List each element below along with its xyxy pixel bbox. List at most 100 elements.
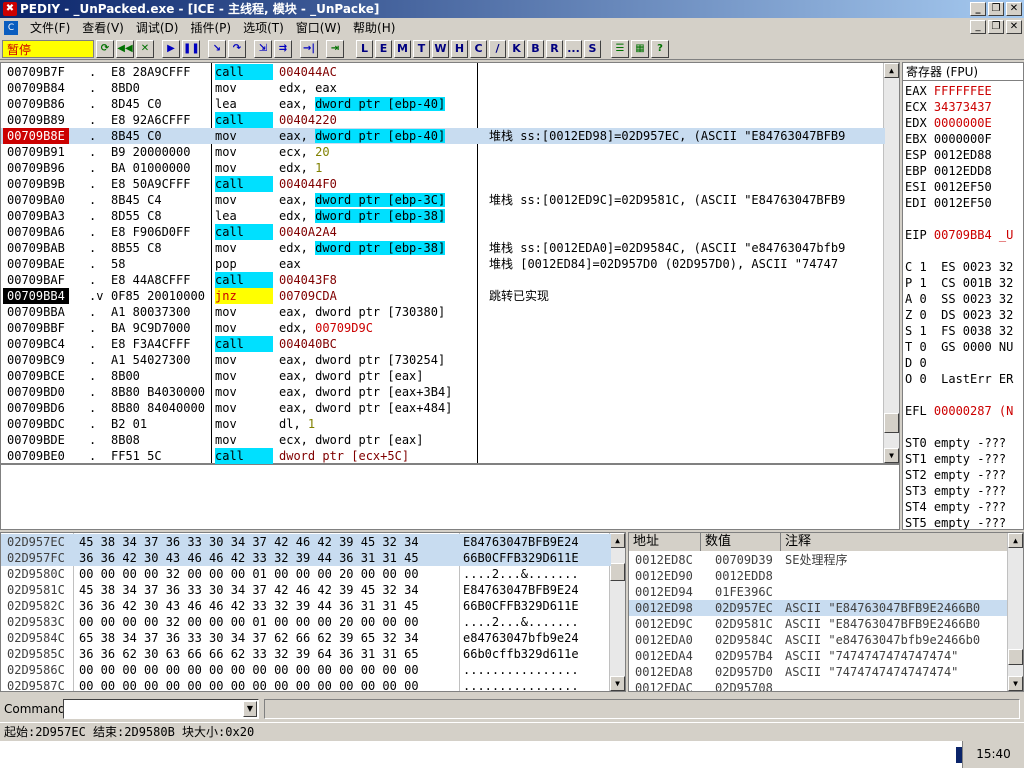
disasm-row[interactable]: 00709BA0. 8B45 C4 mov eax, dword ptr [ebp-3… bbox=[1, 192, 885, 208]
disasm-row[interactable]: 00709B89. E8 92A6CFFF call 00404220 bbox=[1, 112, 885, 128]
register-row[interactable]: ESP 0012ED88 bbox=[905, 147, 992, 163]
stack-row[interactable]: 0012ED98 02D957EC ASCII "E84763047BFB9E246… bbox=[629, 600, 1007, 616]
disasm-row[interactable]: 00709BAB. 8B55 C8 mov edx, dword ptr [ebp-3… bbox=[1, 240, 885, 256]
menu-item[interactable]: 插件(P) bbox=[184, 18, 237, 38]
dump-row[interactable]: 02D9582C 36 36 42 30 43 46 46 42 33 32 39… bbox=[1, 598, 611, 614]
dump-row[interactable]: 02D957EC 45 38 34 37 36 33 30 34 37 42 46… bbox=[1, 534, 611, 550]
mdi-minimize-button[interactable]: _ bbox=[970, 20, 986, 34]
scroll-down-arrow-icon[interactable]: ▼ bbox=[1008, 676, 1023, 691]
stack-row[interactable]: 0012EDAC 02D95708 bbox=[629, 680, 1007, 691]
stack-row[interactable]: 0012EDA8 02D957D0 ASCII "7474747474747474" bbox=[629, 664, 1007, 680]
open-icon[interactable]: ⟳ bbox=[96, 39, 114, 58]
register-row[interactable]: C 1 ES 0023 32 bbox=[905, 259, 1013, 275]
restore-button[interactable]: ❐ bbox=[988, 2, 1004, 16]
stack-row[interactable]: 0012EDA4 02D957B4 ASCII "7474747474747474" bbox=[629, 648, 1007, 664]
dump-row[interactable]: 02D9587C 00 00 00 00 00 00 00 00 00 00 00… bbox=[1, 678, 611, 691]
register-row[interactable]: ST5 empty -??? bbox=[905, 515, 1006, 529]
memory-dump-pane[interactable]: ▲ ▼ 02D957EC 45 38 34 37 36 33 30 34 37 4… bbox=[0, 532, 626, 692]
trace-into-icon[interactable]: ⇲ bbox=[254, 39, 272, 58]
register-row[interactable]: P 1 CS 001B 32 bbox=[905, 275, 1013, 291]
menu-item[interactable]: 帮助(H) bbox=[347, 18, 401, 38]
stack-pane[interactable]: 地址 数值 注释 ▲ ▼ 0012ED8C 00709D39 SE处理程序 0012E… bbox=[628, 532, 1024, 692]
toolbar-letter-button[interactable]: M bbox=[394, 39, 411, 58]
disasm-row[interactable]: 00709BAE. 58 pop eax 堆栈 [0012ED84]=02D957D0 … bbox=[1, 256, 885, 272]
restart-icon[interactable]: ◀◀ bbox=[116, 39, 134, 58]
scroll-down-arrow-icon[interactable]: ▼ bbox=[610, 676, 625, 691]
dump-scrollbar[interactable]: ▲ ▼ bbox=[609, 533, 625, 691]
register-row[interactable]: EIP 00709BB4 _U bbox=[905, 227, 1013, 243]
register-row[interactable]: EDX 0000000E bbox=[905, 115, 992, 131]
register-row[interactable]: S 1 FS 0038 32 bbox=[905, 323, 1013, 339]
chevron-down-icon[interactable]: ▼ bbox=[243, 701, 257, 717]
scroll-down-arrow-icon[interactable]: ▼ bbox=[884, 448, 899, 463]
toolbar-letter-button[interactable]: L bbox=[356, 39, 373, 58]
menu-item[interactable]: 文件(F) bbox=[24, 18, 76, 38]
close-button[interactable]: ✕ bbox=[1006, 2, 1022, 16]
disasm-row[interactable]: 00709BD6. 8B80 84040000 mov eax, dword ptr … bbox=[1, 400, 885, 416]
toolbar-letter-button[interactable]: W bbox=[432, 39, 449, 58]
scroll-up-arrow-icon[interactable]: ▲ bbox=[884, 63, 899, 78]
toolbar-letter-button[interactable]: / bbox=[489, 39, 506, 58]
run-icon[interactable]: ▶ bbox=[162, 39, 180, 58]
toolbar-letter-button[interactable]: C bbox=[470, 39, 487, 58]
dump-row[interactable]: 02D9586C 00 00 00 00 00 00 00 00 00 00 00… bbox=[1, 662, 611, 678]
menu-item[interactable]: 调试(D) bbox=[130, 18, 185, 38]
register-row[interactable]: Z 0 DS 0023 32 bbox=[905, 307, 1013, 323]
toolbar-letter-button[interactable]: T bbox=[413, 39, 430, 58]
toolbar-letter-button[interactable]: S bbox=[584, 39, 601, 58]
register-row[interactable]: ST3 empty -??? bbox=[905, 483, 1006, 499]
register-row[interactable]: O 0 LastErr ER bbox=[905, 371, 1013, 387]
disasm-row[interactable]: 00709BCE. 8B00 mov eax, dword ptr [eax] bbox=[1, 368, 885, 384]
disasm-row[interactable]: 00709BBF. BA 9C9D7000 mov edx, 00709D9C bbox=[1, 320, 885, 336]
disasm-row[interactable]: 00709B96. BA 01000000 mov edx, 1 bbox=[1, 160, 885, 176]
disasm-row[interactable]: 00709BC9. A1 54027300 mov eax, dword ptr [7… bbox=[1, 352, 885, 368]
registers-pane[interactable]: 寄存器 (FPU) EAX FFFFFFEE ECX 34373437 EDX 00… bbox=[902, 62, 1024, 530]
disasm-row[interactable]: 00709B8E. 8B45 C0 mov eax, dword ptr [ebp-4… bbox=[1, 128, 885, 144]
stack-header-value[interactable]: 数值 bbox=[701, 533, 781, 551]
goto-icon[interactable]: ⇥ bbox=[326, 39, 344, 58]
disasm-row[interactable]: 00709BD0. 8B80 B4030000 mov eax, dword ptr … bbox=[1, 384, 885, 400]
disasm-row[interactable]: 00709B91. B9 20000000 mov ecx, 20 bbox=[1, 144, 885, 160]
mdi-child-icon[interactable]: C bbox=[4, 21, 18, 35]
toolbar-letter-button[interactable]: R bbox=[546, 39, 563, 58]
trace-over-icon[interactable]: ⇉ bbox=[274, 39, 292, 58]
disasm-row[interactable]: 00709BC4. E8 F3A4CFFF call 004040BC bbox=[1, 336, 885, 352]
disasm-row[interactable]: 00709BE0. FF51 5C call dword ptr [ecx+5C] bbox=[1, 448, 885, 464]
menu-item[interactable]: 选项(T) bbox=[237, 18, 290, 38]
execute-till-return-icon[interactable]: →| bbox=[300, 39, 318, 58]
register-row[interactable]: ST1 empty -??? bbox=[905, 451, 1006, 467]
toolbar-letter-button[interactable]: ... bbox=[565, 39, 582, 58]
mdi-restore-button[interactable]: ❐ bbox=[988, 20, 1004, 34]
register-row[interactable]: EDI 0012EF50 bbox=[905, 195, 992, 211]
stack-row[interactable]: 0012ED90 0012EDD8 bbox=[629, 568, 1007, 584]
toolbar-letter-button[interactable]: H bbox=[451, 39, 468, 58]
list-icon[interactable]: ☰ bbox=[611, 39, 629, 58]
disasm-row[interactable]: 00709B7F. E8 28A9CFFF call 004044AC bbox=[1, 64, 885, 80]
app-icon[interactable]: ✖ bbox=[3, 2, 17, 16]
mdi-close-button[interactable]: ✕ bbox=[1006, 20, 1022, 34]
disasm-row[interactable]: 00709B86. 8D45 C0 lea eax, dword ptr [ebp-4… bbox=[1, 96, 885, 112]
disasm-row[interactable]: 00709BA6. E8 F906D0FF call 0040A2A4 bbox=[1, 224, 885, 240]
minimize-button[interactable]: _ bbox=[970, 2, 986, 16]
grid-icon[interactable]: ▦ bbox=[631, 39, 649, 58]
disasm-row[interactable]: 00709BDE. 8B08 mov ecx, dword ptr [eax] bbox=[1, 432, 885, 448]
disasm-row[interactable]: 00709BDC. B2 01 mov dl, 1 bbox=[1, 416, 885, 432]
scroll-up-arrow-icon[interactable]: ▲ bbox=[610, 533, 625, 548]
pause-icon[interactable]: ❚❚ bbox=[182, 39, 200, 58]
disasm-row[interactable]: 00709B84. 8BD0 mov edx, eax bbox=[1, 80, 885, 96]
stack-row[interactable]: 0012ED9C 02D9581C ASCII "E84763047BFB9E246… bbox=[629, 616, 1007, 632]
register-row[interactable]: EBX 0000000F bbox=[905, 131, 992, 147]
dump-row[interactable]: 02D9580C 00 00 00 00 32 00 00 00 01 00 00… bbox=[1, 566, 611, 582]
help-icon[interactable]: ? bbox=[651, 39, 669, 58]
disassembly-scrollbar[interactable]: ▲ ▼ bbox=[883, 63, 899, 463]
register-row[interactable]: EBP 0012EDD8 bbox=[905, 163, 992, 179]
stack-row[interactable]: 0012EDA0 02D9584C ASCII "e84763047bfb9e246… bbox=[629, 632, 1007, 648]
scroll-thumb[interactable] bbox=[1008, 649, 1023, 665]
menu-item[interactable]: 窗口(W) bbox=[290, 18, 347, 38]
toolbar-letter-button[interactable]: K bbox=[508, 39, 525, 58]
scroll-up-arrow-icon[interactable]: ▲ bbox=[1008, 533, 1023, 548]
disasm-row[interactable]: 00709BBA. A1 80037300 mov eax, dword ptr [7… bbox=[1, 304, 885, 320]
dump-row[interactable]: 02D9581C 45 38 34 37 36 33 30 34 37 42 46… bbox=[1, 582, 611, 598]
disasm-row[interactable]: 00709BA3. 8D55 C8 lea edx, dword ptr [ebp-3… bbox=[1, 208, 885, 224]
disasm-row[interactable]: 00709B9B. E8 50A9CFFF call 004044F0 bbox=[1, 176, 885, 192]
